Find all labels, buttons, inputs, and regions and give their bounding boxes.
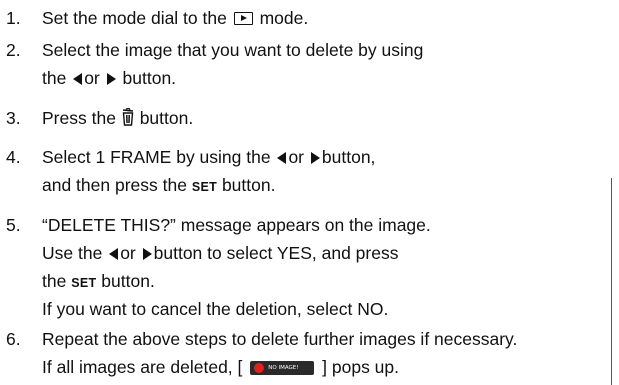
step-text: the [42, 68, 67, 88]
step-5-line-1: “DELETE THIS?” message appears on the im… [42, 211, 431, 239]
left-arrow-icon [109, 248, 119, 260]
step-text: and then press the [42, 175, 187, 195]
step-1-line-1: Set the mode dial to the mode. [42, 4, 308, 32]
step-4-line-2: and then press the SET button. [42, 171, 275, 199]
step-5-line-4: If you want to cancel the deletion, sele… [42, 295, 388, 323]
step-number: 1. [6, 8, 21, 28]
step-5-line-2: Use the or button to select YES, and pre… [42, 239, 398, 267]
step-number: 6. [6, 329, 21, 349]
step-2-line-1: Select the image that you want to delete… [42, 36, 423, 64]
step-text: Set the mode dial to the [42, 8, 227, 28]
step-text: or [84, 68, 100, 88]
no-image-badge-text: NO IMAGE! [268, 365, 299, 371]
right-arrow-icon [310, 152, 320, 164]
set-button-label: SET [71, 276, 97, 290]
step-3-line-1: Press the button. [42, 104, 193, 132]
step-text: “DELETE THIS?” message appears on the im… [42, 215, 431, 235]
step-number: 4. [6, 147, 21, 167]
step-text: Select 1 FRAME by using the [42, 147, 271, 167]
step-2-line-2: the or button. [42, 64, 176, 92]
step-text: or [120, 243, 136, 263]
step-text: button. [101, 271, 155, 291]
step-text: button. [221, 175, 276, 195]
step-text: Use the [42, 243, 103, 263]
step-6-line-2: If all images are deleted, [ NO IMAGE! ]… [42, 353, 399, 381]
step-6-line-1: Repeat the above steps to delete further… [42, 325, 517, 353]
right-arrow-icon [106, 73, 116, 85]
step-text: button, [321, 147, 376, 167]
step-text: the [42, 271, 67, 291]
step-text: button. [122, 68, 177, 88]
right-arrow-icon [142, 248, 152, 260]
left-arrow-icon [277, 152, 287, 164]
left-arrow-icon [73, 73, 83, 85]
step-text: mode. [259, 8, 309, 28]
step-text: Repeat the above steps to delete further… [42, 329, 518, 349]
right-margin-rule [611, 178, 612, 385]
step-number: 2. [6, 40, 21, 60]
step-number: 3. [6, 108, 21, 128]
step-5-line-3: the SET button. [42, 267, 155, 295]
step-text: button to select YES, and press [153, 243, 399, 263]
playback-mode-icon [233, 12, 253, 25]
trash-icon [122, 108, 134, 126]
set-button-label: SET [191, 180, 218, 194]
step-text: If all images are deleted, [ [42, 357, 243, 377]
step-text: If you want to cancel the deletion, sele… [42, 299, 389, 319]
step-4-line-1: Select 1 FRAME by using the or button, [42, 143, 375, 171]
step-text: Press the [42, 108, 116, 128]
no-image-popup-icon: NO IMAGE! [250, 361, 315, 375]
step-text: or [288, 147, 305, 167]
step-number: 5. [6, 215, 21, 235]
alert-dot-icon [254, 363, 265, 373]
step-text: ] pops up. [322, 357, 400, 377]
step-text: button. [139, 108, 194, 128]
step-text: Select the image that you want to delete… [42, 40, 424, 60]
